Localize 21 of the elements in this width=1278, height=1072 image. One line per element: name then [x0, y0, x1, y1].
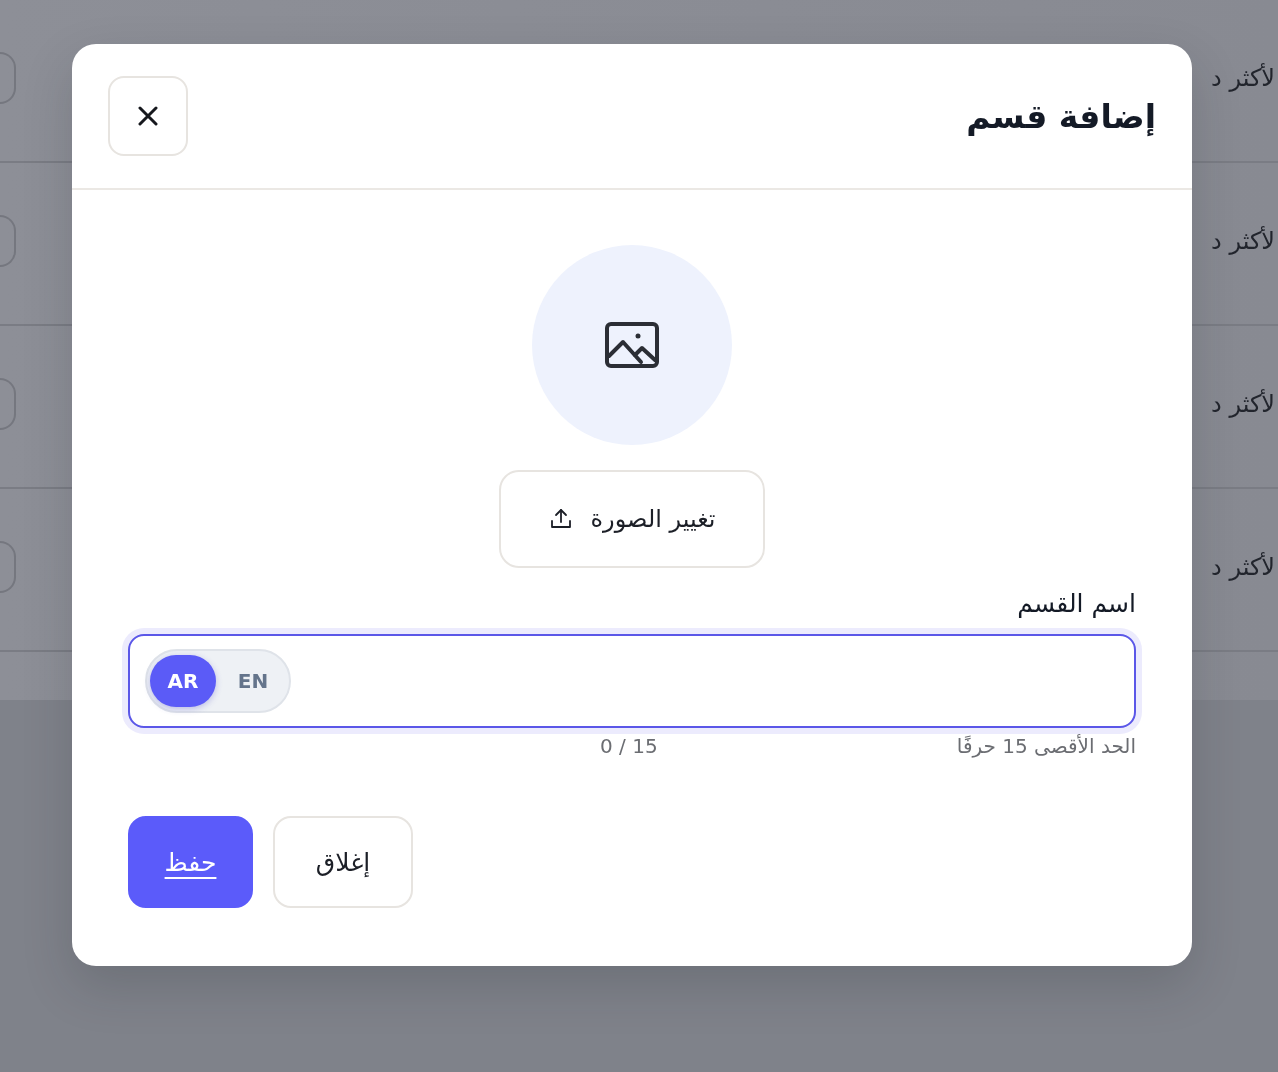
- hint-text: الحد الأقصى 15 حرفًا: [956, 733, 1136, 760]
- row-text: لأكثر د: [1211, 389, 1276, 418]
- row-button[interactable]: [0, 214, 16, 267]
- change-image-button[interactable]: تغيير الصورة: [499, 470, 765, 568]
- close-icon: [138, 106, 158, 126]
- language-tab[interactable]: AR: [150, 655, 216, 707]
- row-button[interactable]: [0, 377, 16, 430]
- upload-icon: [548, 507, 573, 531]
- save-button[interactable]: حفظ: [128, 816, 253, 908]
- field-label: اسم القسم: [1017, 588, 1136, 620]
- row-text: لأكثر د: [1211, 552, 1276, 581]
- row-text: لأكثر د: [1211, 63, 1276, 92]
- row-text: لأكثر د: [1211, 226, 1276, 255]
- row-button[interactable]: [0, 540, 16, 593]
- close-dialog-button[interactable]: إغلاق: [273, 816, 413, 908]
- row-button[interactable]: [0, 51, 16, 104]
- dialog-title: إضافة قسم: [966, 96, 1156, 136]
- image-icon: [605, 322, 659, 368]
- close-button[interactable]: [108, 76, 188, 156]
- character-counter: 0 / 15: [600, 733, 658, 760]
- language-tab[interactable]: EN: [220, 655, 286, 707]
